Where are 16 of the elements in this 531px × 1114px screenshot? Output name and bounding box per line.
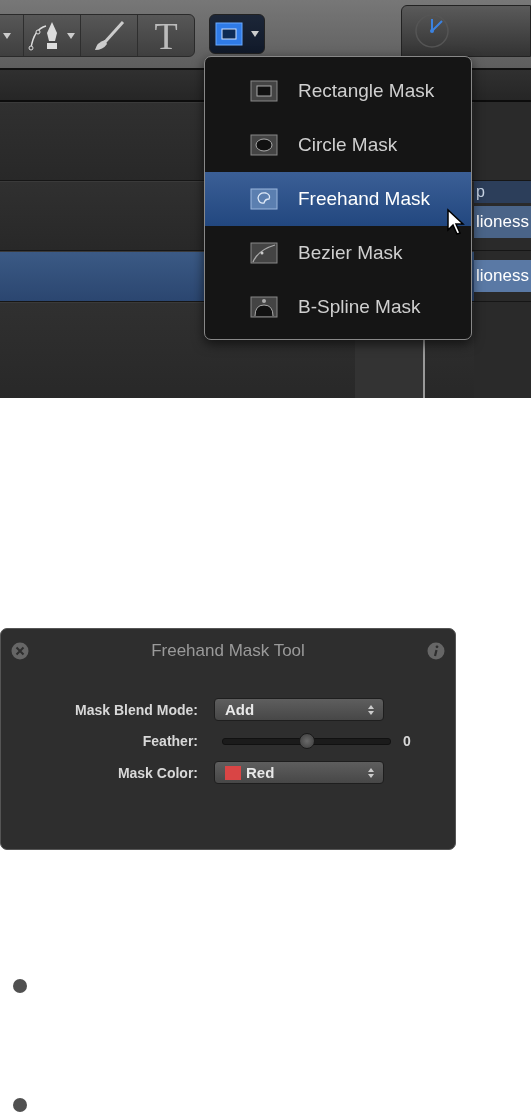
popup-menu[interactable]: Red	[214, 761, 384, 784]
menu-item[interactable]: Rectangle Mask	[205, 64, 471, 118]
menu-item[interactable]: B-Spline Mask	[205, 280, 471, 334]
popup-menu[interactable]: Add	[214, 698, 384, 721]
window-title: Freehand Mask Tool	[150, 641, 306, 661]
menu-item[interactable]: Circle Mask	[205, 118, 471, 172]
text-tool-button[interactable]: T	[138, 15, 194, 56]
field-label: Mask Color:	[116, 764, 198, 781]
track-header: p	[474, 181, 531, 203]
slider-value: 0	[403, 733, 411, 749]
clip-bar[interactable]: lioness	[474, 260, 531, 292]
menu-item[interactable]: Bezier Mask	[205, 226, 471, 280]
clip-bar[interactable]: lioness	[474, 206, 531, 238]
field-label: Feather:	[141, 733, 198, 749]
menu-item[interactable]: Freehand Mask	[205, 172, 471, 226]
field-label: Mask Blend Mode:	[74, 701, 198, 718]
